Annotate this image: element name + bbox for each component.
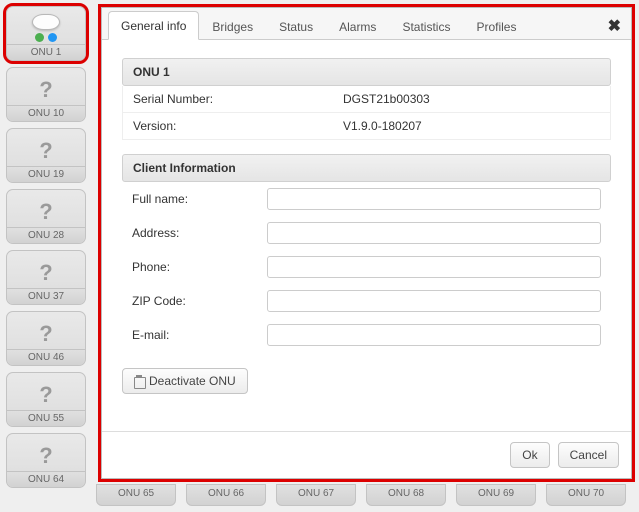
- deactivate-onu-button[interactable]: Deactivate ONU: [122, 368, 248, 394]
- onu-tile-55[interactable]: ? ONU 55: [6, 372, 86, 427]
- serial-label: Serial Number:: [133, 92, 343, 106]
- row-zip: ZIP Code:: [122, 284, 611, 318]
- question-icon: ?: [39, 384, 52, 406]
- deactivate-label: Deactivate ONU: [149, 374, 236, 388]
- row-phone: Phone:: [122, 250, 611, 284]
- question-icon: ?: [39, 79, 52, 101]
- ok-button[interactable]: Ok: [510, 442, 549, 468]
- version-value: V1.9.0-180207: [343, 119, 422, 133]
- fullname-label: Full name:: [132, 192, 267, 206]
- onu-bottom-bar: ONU 65 ONU 66 ONU 67 ONU 68 ONU 69 ONU 7…: [96, 484, 633, 506]
- onu-tile-19[interactable]: ? ONU 19: [6, 128, 86, 183]
- onu-tile-70[interactable]: ONU 70: [546, 484, 626, 506]
- onu-tile-label: ONU 28: [7, 227, 85, 243]
- onu-sidebar: ONU 1 ? ONU 10 ? ONU 19 ? ONU 28 ? ONU 3…: [6, 6, 90, 506]
- onu-tile-label: ONU 10: [7, 105, 85, 121]
- client-info-header: Client Information: [122, 154, 611, 182]
- onu-tile-label: ONU 19: [7, 166, 85, 182]
- row-email: E-mail:: [122, 318, 611, 352]
- cancel-button[interactable]: Cancel: [558, 442, 619, 468]
- email-input[interactable]: [267, 324, 601, 346]
- onu-dialog: General info Bridges Status Alarms Stati…: [101, 7, 632, 479]
- onu-tile-37[interactable]: ? ONU 37: [6, 250, 86, 305]
- onu-tile-label: ONU 55: [7, 410, 85, 426]
- question-icon: ?: [39, 445, 52, 467]
- onu-tile-65[interactable]: ONU 65: [96, 484, 176, 506]
- row-serial: Serial Number: DGST21b00303: [122, 86, 611, 113]
- serial-value: DGST21b00303: [343, 92, 430, 106]
- tab-general-info[interactable]: General info: [108, 11, 199, 40]
- close-icon[interactable]: ✖: [608, 16, 621, 36]
- tab-bar: General info Bridges Status Alarms Stati…: [102, 8, 631, 40]
- question-icon: ?: [39, 323, 52, 345]
- phone-label: Phone:: [132, 260, 267, 274]
- onu-tile-10[interactable]: ? ONU 10: [6, 67, 86, 122]
- address-input[interactable]: [267, 222, 601, 244]
- onu-title: ONU 1: [122, 58, 611, 86]
- version-label: Version:: [133, 119, 343, 133]
- onu-tile-68[interactable]: ONU 68: [366, 484, 446, 506]
- email-label: E-mail:: [132, 328, 267, 342]
- onu-tile-label: ONU 64: [7, 471, 85, 487]
- dialog-footer: Ok Cancel: [102, 431, 631, 478]
- question-icon: ?: [39, 140, 52, 162]
- onu-tile-46[interactable]: ? ONU 46: [6, 311, 86, 366]
- onu-tile-66[interactable]: ONU 66: [186, 484, 266, 506]
- row-address: Address:: [122, 216, 611, 250]
- fullname-input[interactable]: [267, 188, 601, 210]
- onu-tile-1[interactable]: ONU 1: [6, 6, 86, 61]
- zip-label: ZIP Code:: [132, 294, 267, 308]
- tab-alarms[interactable]: Alarms: [326, 12, 389, 40]
- address-label: Address:: [132, 226, 267, 240]
- row-fullname: Full name:: [122, 182, 611, 216]
- phone-input[interactable]: [267, 256, 601, 278]
- tab-status[interactable]: Status: [266, 12, 326, 40]
- dialog-content: ONU 1 Serial Number: DGST21b00303 Versio…: [102, 40, 631, 431]
- tab-bridges[interactable]: Bridges: [199, 12, 266, 40]
- zip-input[interactable]: [267, 290, 601, 312]
- trash-icon: [134, 375, 144, 387]
- tab-statistics[interactable]: Statistics: [389, 12, 463, 40]
- onu-tile-69[interactable]: ONU 69: [456, 484, 536, 506]
- row-version: Version: V1.9.0-180207: [122, 113, 611, 140]
- onu-tile-64[interactable]: ? ONU 64: [6, 433, 86, 488]
- onu-tile-label: ONU 1: [7, 44, 85, 60]
- onu-dialog-highlight: General info Bridges Status Alarms Stati…: [98, 4, 635, 482]
- onu-tile-label: ONU 37: [7, 288, 85, 304]
- question-icon: ?: [39, 201, 52, 223]
- onu-tile-label: ONU 46: [7, 349, 85, 365]
- tab-profiles[interactable]: Profiles: [463, 12, 529, 40]
- onu-device-icon: [26, 14, 66, 42]
- onu-tile-67[interactable]: ONU 67: [276, 484, 356, 506]
- question-icon: ?: [39, 262, 52, 284]
- onu-tile-28[interactable]: ? ONU 28: [6, 189, 86, 244]
